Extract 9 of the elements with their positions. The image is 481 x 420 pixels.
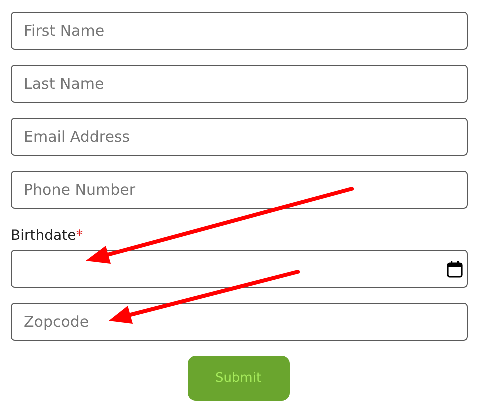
input-field[interactable]: First Name: [11, 12, 468, 50]
date-field[interactable]: [11, 250, 468, 288]
field-label: Birthdate*: [11, 228, 84, 244]
input-field[interactable]: Email Address: [11, 118, 468, 156]
input-field[interactable]: Phone Number: [11, 171, 468, 209]
input-field[interactable]: Zopcode: [11, 303, 468, 341]
calendar-icon[interactable]: [447, 260, 463, 278]
input-field[interactable]: Last Name: [11, 65, 468, 103]
submit-button[interactable]: Submit: [188, 356, 290, 401]
